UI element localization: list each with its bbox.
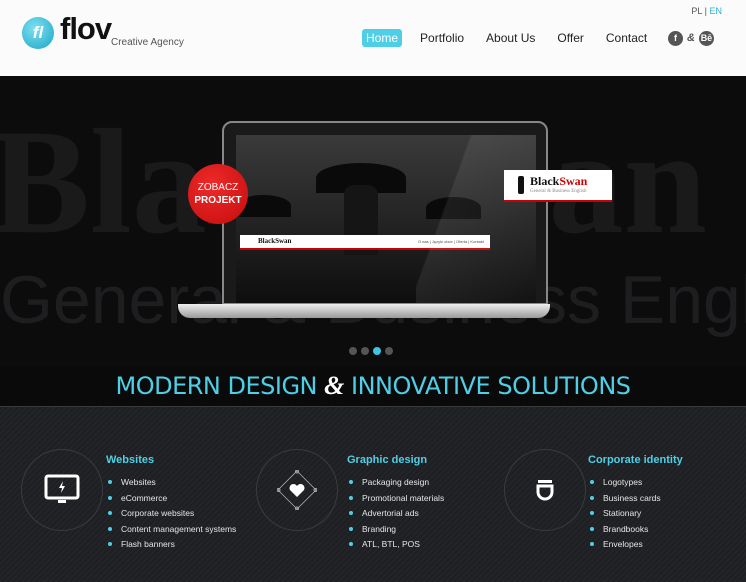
service-list: Packaging design Promotional materials Adv… (347, 477, 444, 555)
list-item: Promotional materials (347, 493, 444, 509)
list-item: Content management systems (106, 524, 236, 540)
logo-text[interactable]: flov (60, 11, 112, 47)
lang-en[interactable]: EN (709, 6, 722, 16)
monitor-icon (21, 449, 103, 531)
list-item: Corporate websites (106, 508, 236, 524)
service-title: Graphic design (347, 454, 428, 466)
list-item: Branding (347, 524, 444, 540)
mini-logo: BlackSwan (258, 237, 292, 245)
services-section: Websites Websites eCommerce Corporate webs… (0, 407, 746, 582)
slide-dot-1[interactable] (349, 347, 357, 355)
list-item: Stationary (588, 508, 661, 524)
tagline-ampersand: & (324, 371, 344, 400)
laptop-mockup[interactable]: BlackSwan O nas | Języki obce | Oferta |… (222, 121, 548, 305)
view-project-button[interactable]: ZOBACZ PROJEKT (188, 164, 248, 224)
identity-icon (504, 449, 586, 531)
logo-icon[interactable]: fl (22, 17, 54, 49)
nav-portfolio[interactable]: Portfolio (416, 29, 468, 47)
main-nav: Home Portfolio About Us Offer Contact (362, 29, 651, 47)
badge-line2: PROJEKT (194, 195, 242, 206)
ampersand-icon: & (687, 32, 695, 44)
nav-offer[interactable]: Offer (553, 29, 587, 47)
slide-dot-3[interactable] (373, 347, 381, 355)
slider-dots (349, 347, 393, 355)
tagline-part2: INNOVATIVE SOLUTIONS (343, 372, 631, 400)
list-item: ATL, BTL, POS (347, 539, 444, 555)
screen-glare (416, 135, 536, 303)
facebook-icon[interactable]: f (668, 31, 683, 46)
nav-contact[interactable]: Contact (602, 29, 651, 47)
language-switcher: PL | EN (691, 6, 722, 16)
slide-dot-2[interactable] (361, 347, 369, 355)
list-item: eCommerce (106, 493, 236, 509)
list-item: Business cards (588, 493, 661, 509)
logo-tagline: Creative Agency (111, 37, 184, 48)
project-screenshot: BlackSwan O nas | Języki obce | Oferta |… (236, 135, 536, 303)
nav-about-us[interactable]: About Us (482, 29, 539, 47)
slide-dot-4[interactable] (385, 347, 393, 355)
tagline-part1: MODERN DESIGN (115, 372, 325, 400)
heart-diamond-icon (256, 449, 338, 531)
list-item: Flash banners (106, 539, 236, 555)
ribbon-title: Black (530, 174, 560, 188)
ribbon-subtitle: General & Business English (530, 189, 587, 194)
tagline-band: MODERN DESIGN & INNOVATIVE SOLUTIONS (0, 366, 746, 407)
badge-line1: ZOBACZ (197, 182, 239, 193)
project-ribbon: BlackSwan General & Business English (504, 170, 612, 202)
hero-slider: BlackSwan General & Business English Bla… (0, 76, 746, 366)
behance-icon[interactable]: Bē (698, 31, 714, 46)
list-item: Brandbooks (588, 524, 661, 540)
list-item: Envelopes (588, 539, 661, 555)
laptop-base (178, 304, 550, 318)
ribbon-title-wrap: BlackSwan (530, 174, 587, 189)
lang-separator: | (704, 6, 707, 16)
pen-icon (518, 176, 524, 194)
social-links: f & Bē (668, 31, 714, 46)
service-list: Logotypes Business cards Stationary Brandbo… (588, 477, 661, 555)
service-list: Websites eCommerce Corporate websites Conte… (106, 477, 236, 555)
list-item: Packaging design (347, 477, 444, 493)
nav-home[interactable]: Home (362, 29, 403, 47)
list-item: Websites (106, 477, 236, 493)
ribbon-title-red: Swan (559, 174, 588, 188)
header: fl flov Creative Agency PL | EN Home Por… (0, 0, 746, 76)
service-title: Corporate identity (588, 454, 683, 466)
tagline: MODERN DESIGN & INNOVATIVE SOLUTIONS (0, 366, 746, 407)
service-title: Websites (106, 454, 155, 466)
list-item: Logotypes (588, 477, 661, 493)
list-item: Advertorial ads (347, 508, 444, 524)
lang-pl[interactable]: PL (691, 6, 702, 16)
